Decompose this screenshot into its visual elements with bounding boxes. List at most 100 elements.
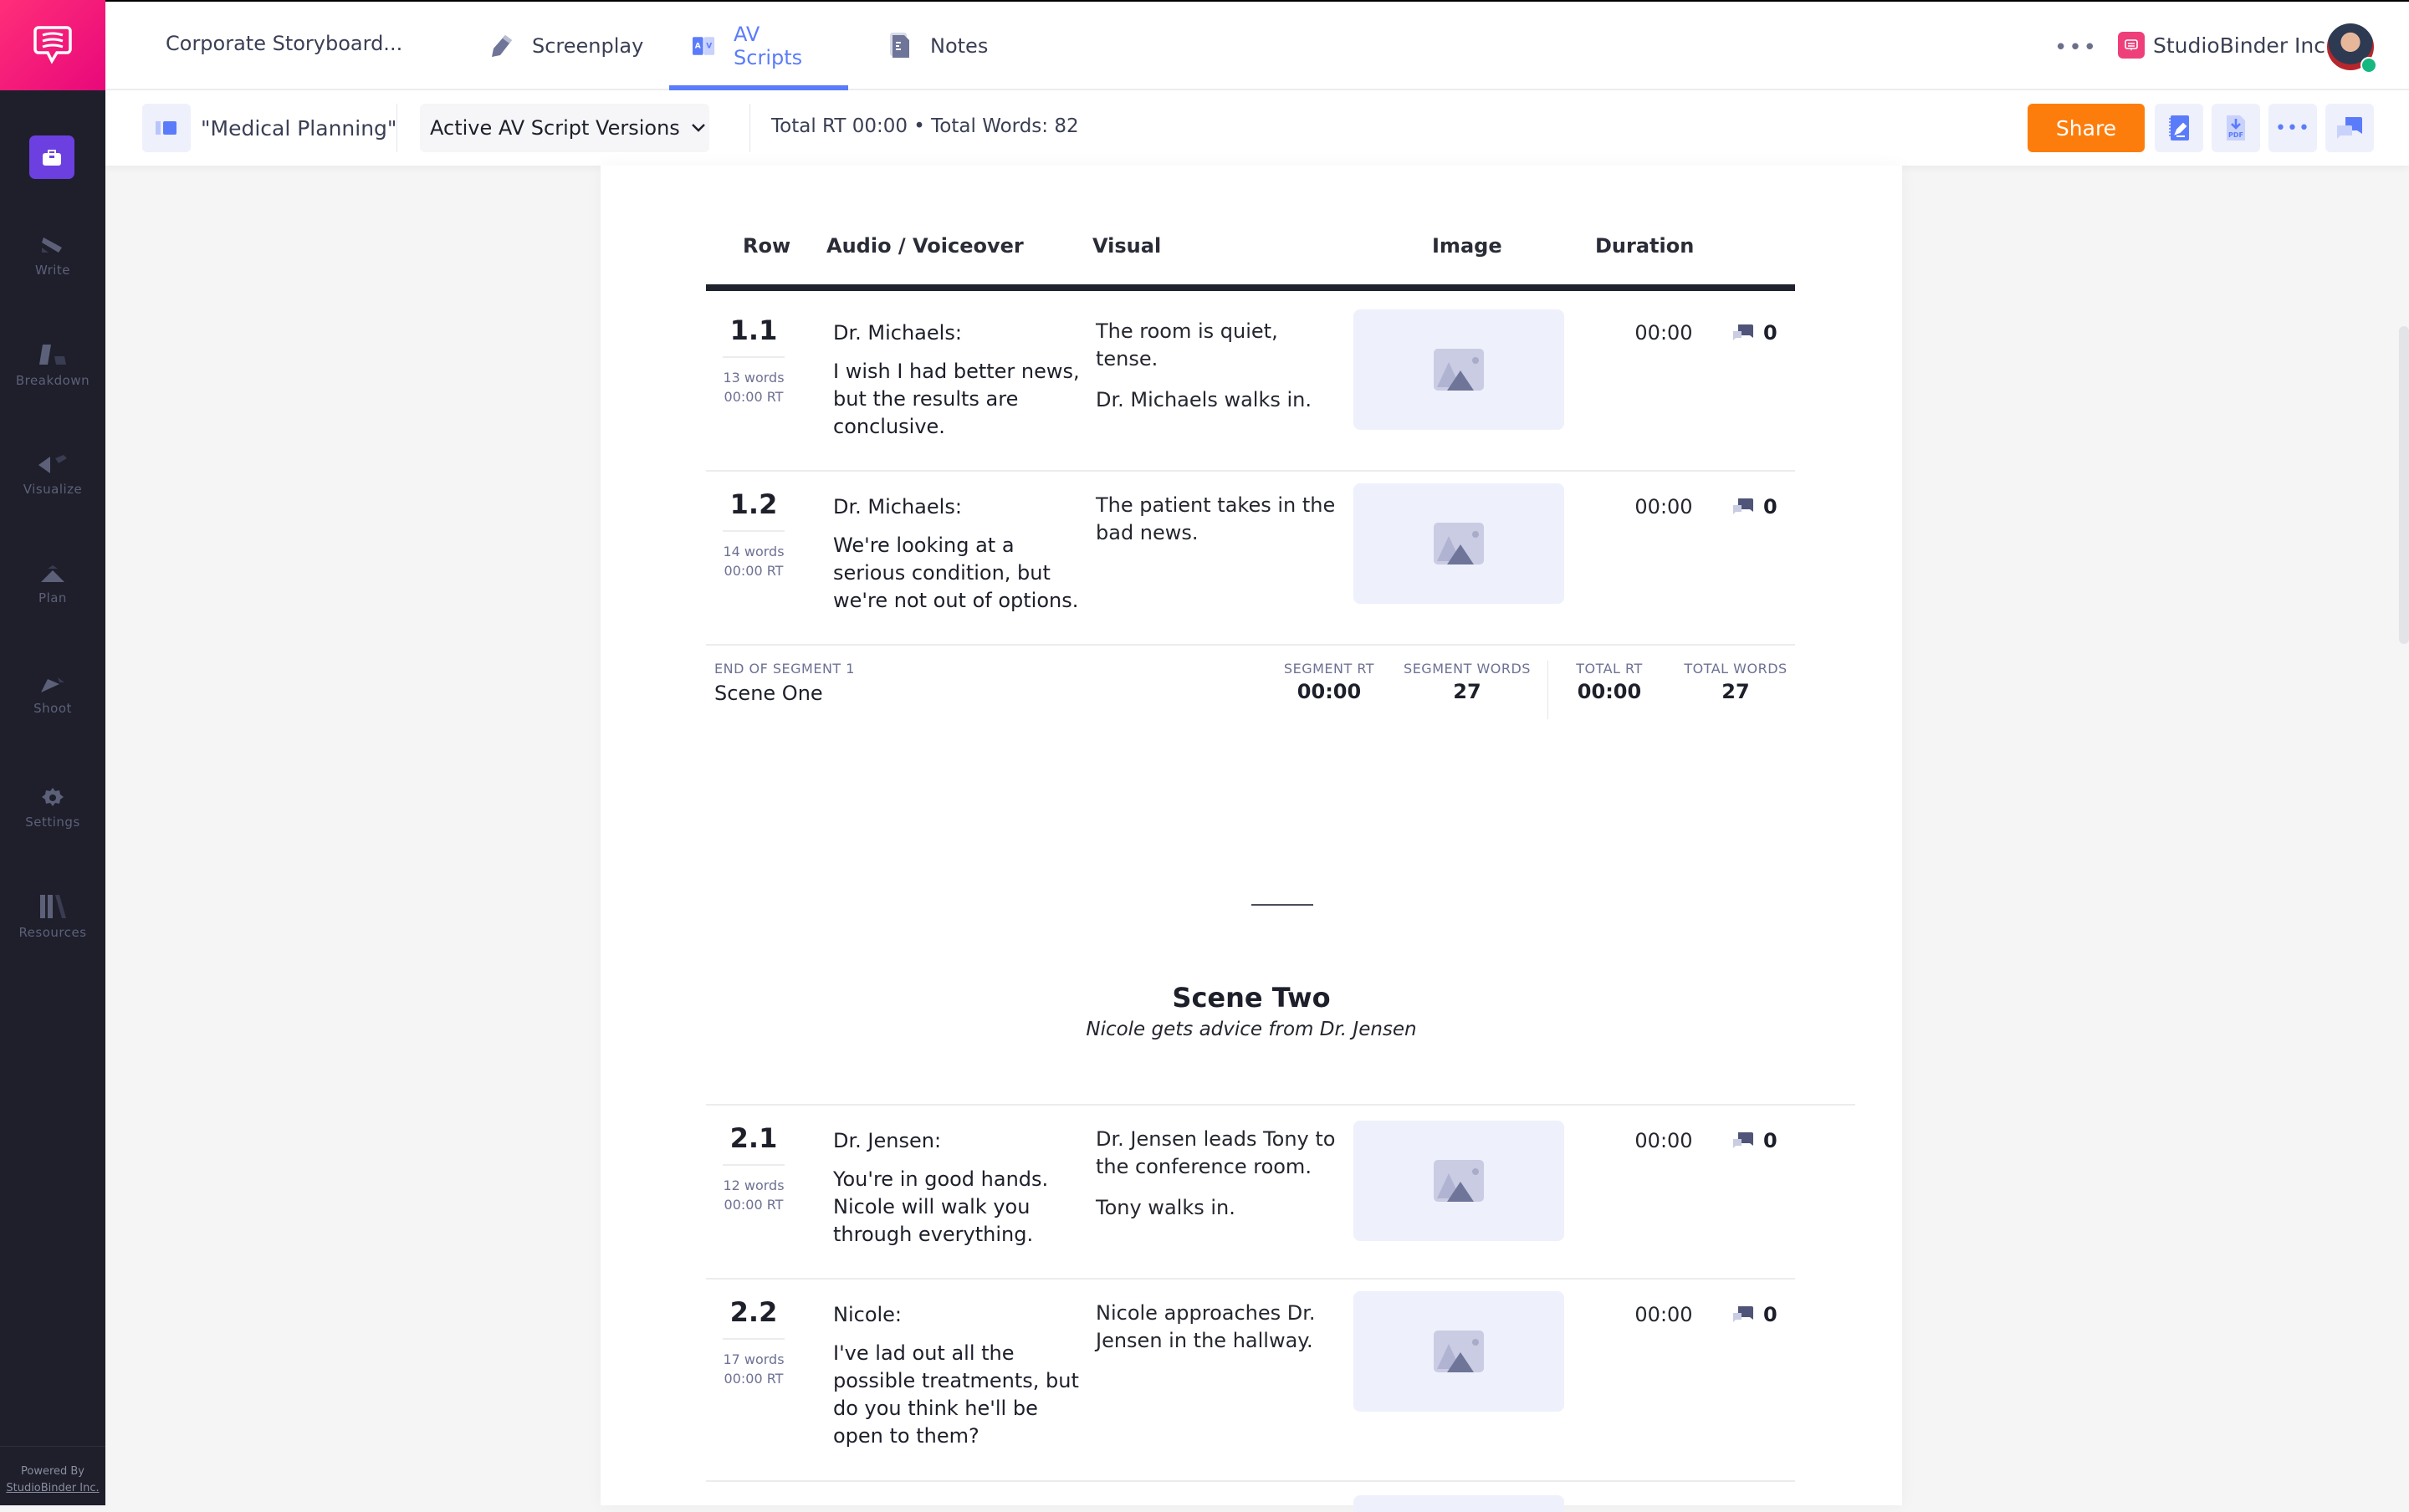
dialog-text[interactable]: I've lad out all the possible treatments… xyxy=(833,1340,1084,1450)
divider xyxy=(396,104,397,152)
sidebar-item-resources[interactable]: Resources xyxy=(0,893,105,940)
document-icon xyxy=(890,33,909,58)
sidebar-item-plan[interactable]: Plan xyxy=(0,564,105,605)
total-rt-label: TOTAL RT xyxy=(1576,661,1643,677)
vertical-scrollbar[interactable] xyxy=(2399,326,2409,644)
svg-text:A: A xyxy=(695,43,701,51)
visual-description[interactable]: Nicole approaches Dr. Jensen in the hall… xyxy=(1096,1300,1338,1368)
segment-name: Scene One xyxy=(714,682,823,705)
comment-count-value: 0 xyxy=(1763,1303,1777,1326)
image-placeholder[interactable] xyxy=(1353,1291,1564,1412)
image-placeholder[interactable] xyxy=(1353,1121,1564,1241)
segment-end-info: END OF SEGMENT 1 Scene One xyxy=(714,661,855,705)
tab-av-scripts[interactable]: AV AV Scripts xyxy=(669,2,848,90)
dialog-text[interactable]: I wish I had better news, but the result… xyxy=(833,358,1084,441)
comment-count[interactable]: 0 xyxy=(1731,1303,1777,1326)
sidebar-item-label: Plan xyxy=(38,590,67,605)
dialog-text[interactable]: We're looking at a serious condition, bu… xyxy=(833,532,1084,615)
table-header: Row Audio / Voiceover Visual Image Durat… xyxy=(706,166,1795,291)
company-switcher[interactable]: StudioBinder Inc. xyxy=(2118,32,2332,59)
table-row[interactable]: 2.2 17 words 00:00 RT Nicole: I've lad o… xyxy=(706,1280,1795,1482)
script-totals: Total RT 00:00 • Total Words: 82 xyxy=(771,115,1079,137)
export-pdf-button[interactable]: PDF xyxy=(2212,104,2260,152)
tab-notes[interactable]: Notes xyxy=(890,2,988,90)
visual-line: Tony walks in. xyxy=(1096,1196,1235,1219)
breadcrumb[interactable]: "Medical Planning" xyxy=(142,104,396,152)
tab-label: Notes xyxy=(930,34,989,58)
speaker-name[interactable]: Dr. Michaels: xyxy=(833,495,962,518)
total-words: TOTAL WORDS 27 xyxy=(1676,661,1795,703)
tab-screenplay[interactable]: Screenplay xyxy=(490,2,643,90)
comment-count[interactable]: 0 xyxy=(1731,495,1777,518)
visual-description[interactable]: The patient takes in the bad news. xyxy=(1096,492,1338,560)
duration-value[interactable]: 00:00 xyxy=(1601,321,1726,345)
speaker-name[interactable]: Nicole: xyxy=(833,1303,902,1326)
sidebar-item-settings[interactable]: Settings xyxy=(0,786,105,830)
version-select-value: Active AV Script Versions xyxy=(430,116,680,140)
panel-toggle-icon[interactable] xyxy=(142,104,191,152)
speaker-name[interactable]: Dr. Jensen: xyxy=(833,1129,941,1152)
tab-label: Screenplay xyxy=(532,34,644,58)
image-icon xyxy=(1434,1331,1484,1372)
comment-count[interactable]: 0 xyxy=(1731,1129,1777,1152)
visualize-icon xyxy=(38,455,67,473)
comment-icon xyxy=(1733,498,1753,514)
duration-value[interactable]: 00:00 xyxy=(1601,495,1726,518)
visual-line: Dr. Jensen leads Tony to the conference … xyxy=(1096,1127,1336,1178)
total-rt-value: 00:00 xyxy=(1577,680,1642,703)
visual-line: The patient takes in the bad news. xyxy=(1096,493,1336,544)
scene-description[interactable]: Nicole gets advice from Dr. Jensen xyxy=(601,1019,1902,1040)
image-placeholder[interactable] xyxy=(1353,309,1564,430)
powered-by-label: Powered By xyxy=(20,1465,84,1478)
comments-icon xyxy=(2337,117,2362,139)
comment-count-value: 0 xyxy=(1763,495,1777,518)
user-avatar[interactable] xyxy=(2327,23,2377,74)
chevron-down-icon xyxy=(691,124,705,132)
sidebar-projects-button[interactable] xyxy=(29,135,74,179)
row-stats: 17 words 00:00 RT xyxy=(723,1338,785,1388)
sidebar-item-write[interactable]: Write xyxy=(0,236,105,278)
comment-count[interactable]: 0 xyxy=(1731,321,1777,345)
briefcase-icon xyxy=(43,150,61,166)
sidebar-item-breakdown[interactable]: Breakdown xyxy=(0,343,105,388)
divider xyxy=(749,104,750,152)
row-number: 1.2 xyxy=(729,488,778,520)
scene-title[interactable]: Scene Two xyxy=(601,982,1902,1014)
more-options-button[interactable]: ••• xyxy=(2054,35,2098,60)
segment-words-label: SEGMENT WORDS xyxy=(1404,661,1531,677)
image-placeholder[interactable] xyxy=(1353,483,1564,604)
row-stats: 14 words 00:00 RT xyxy=(723,530,785,580)
table-row[interactable]: 1.1 13 words 00:00 RT Dr. Michaels: I wi… xyxy=(706,298,1795,472)
comment-icon xyxy=(1733,1132,1753,1148)
row-number: 2.2 xyxy=(729,1296,778,1328)
image-placeholder[interactable] xyxy=(1353,1495,1564,1512)
segment-words-value: 27 xyxy=(1453,680,1481,703)
table-row[interactable]: 2.1 12 words 00:00 RT Dr. Jensen: You're… xyxy=(706,1106,1795,1280)
row-runtime: 00:00 RT xyxy=(724,1371,784,1387)
row-runtime: 00:00 RT xyxy=(724,1197,784,1213)
sidebar-item-shoot[interactable]: Shoot xyxy=(0,674,105,716)
dialog-text[interactable]: You're in good hands. Nicole will walk y… xyxy=(833,1166,1084,1249)
row-number: 2.1 xyxy=(729,1122,778,1154)
image-icon xyxy=(1434,523,1484,564)
project-title[interactable]: Corporate Storyboard... xyxy=(166,32,402,55)
duration-value[interactable]: 00:00 xyxy=(1601,1303,1726,1326)
segment-rt: SEGMENT RT 00:00 xyxy=(1275,661,1384,703)
studiobinder-logo[interactable] xyxy=(0,0,105,90)
visual-description[interactable]: Dr. Jensen leads Tony to the conference … xyxy=(1096,1126,1338,1235)
version-select[interactable]: Active AV Script Versions xyxy=(420,104,709,152)
visual-description[interactable]: The room is quiet, tense. Dr. Michaels w… xyxy=(1096,318,1338,427)
powered-by-link[interactable]: StudioBinder Inc. xyxy=(0,1480,105,1497)
comments-panel-button[interactable] xyxy=(2325,104,2374,152)
more-actions-button[interactable]: ••• xyxy=(2268,104,2317,152)
sidebar-item-visualize[interactable]: Visualize xyxy=(0,453,105,497)
sidebar-item-label: Shoot xyxy=(33,701,72,716)
edit-notebook-button[interactable] xyxy=(2155,104,2203,152)
share-button[interactable]: Share xyxy=(2028,104,2145,152)
total-words-label: TOTAL WORDS xyxy=(1684,661,1788,677)
company-name: StudioBinder Inc. xyxy=(2153,33,2332,58)
table-row[interactable]: 1.2 14 words 00:00 RT Dr. Michaels: We'r… xyxy=(706,472,1795,646)
column-header-audio: Audio / Voiceover xyxy=(826,234,1024,258)
speaker-name[interactable]: Dr. Michaels: xyxy=(833,321,962,345)
duration-value[interactable]: 00:00 xyxy=(1601,1129,1726,1152)
